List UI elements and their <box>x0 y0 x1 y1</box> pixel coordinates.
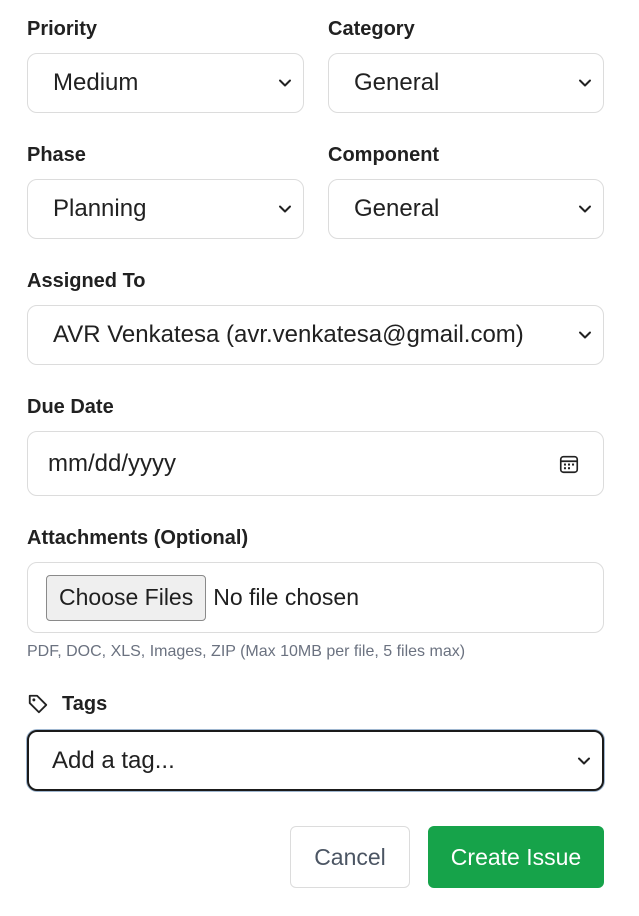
assigned-to-label: Assigned To <box>27 270 146 292</box>
choose-files-button[interactable]: Choose Files <box>46 574 207 621</box>
attachments-input[interactable]: Choose Files No file chosen <box>27 562 604 633</box>
create-issue-form: Priority Medium Category General Phase P… <box>0 0 639 916</box>
category-select[interactable]: General <box>328 53 604 113</box>
phase-value: Planning <box>53 195 147 222</box>
calendar-icon[interactable] <box>557 452 581 476</box>
component-value: General <box>354 195 440 222</box>
chevron-down-icon <box>572 749 596 773</box>
priority-select[interactable]: Medium <box>27 53 304 113</box>
due-date-input[interactable]: mm/dd/yyyy <box>27 431 604 496</box>
tag-select[interactable]: Add a tag... <box>27 730 604 791</box>
tags-label: Tags <box>62 693 108 715</box>
file-status: No file chosen <box>213 584 359 610</box>
phase-label: Phase <box>27 144 86 166</box>
due-date-placeholder: mm/dd/yyyy <box>48 449 177 477</box>
chevron-down-icon <box>273 71 297 95</box>
category-label: Category <box>328 18 415 40</box>
priority-value: Medium <box>53 69 139 96</box>
tag-icon <box>27 693 49 715</box>
create-issue-button[interactable]: Create Issue <box>428 826 604 888</box>
phase-select[interactable]: Planning <box>27 179 304 239</box>
chevron-down-icon <box>273 197 297 221</box>
cancel-button[interactable]: Cancel <box>290 826 410 888</box>
assigned-to-value: AVR Venkatesa (avr.venkatesa@gmail.com) <box>53 321 524 348</box>
component-label: Component <box>328 144 440 166</box>
chevron-down-icon <box>573 197 597 221</box>
priority-label: Priority <box>27 18 98 40</box>
tags-label-row: Tags <box>27 692 107 716</box>
due-date-label: Due Date <box>27 396 114 418</box>
chevron-down-icon <box>573 323 597 347</box>
category-value: General <box>354 69 440 96</box>
assigned-to-select[interactable]: AVR Venkatesa (avr.venkatesa@gmail.com) <box>27 305 604 365</box>
tag-placeholder: Add a tag... <box>52 746 175 774</box>
attachments-label: Attachments (Optional) <box>27 527 249 549</box>
chevron-down-icon <box>573 71 597 95</box>
component-select[interactable]: General <box>328 179 604 239</box>
attachments-hint: PDF, DOC, XLS, Images, ZIP (Max 10MB per… <box>27 643 466 660</box>
